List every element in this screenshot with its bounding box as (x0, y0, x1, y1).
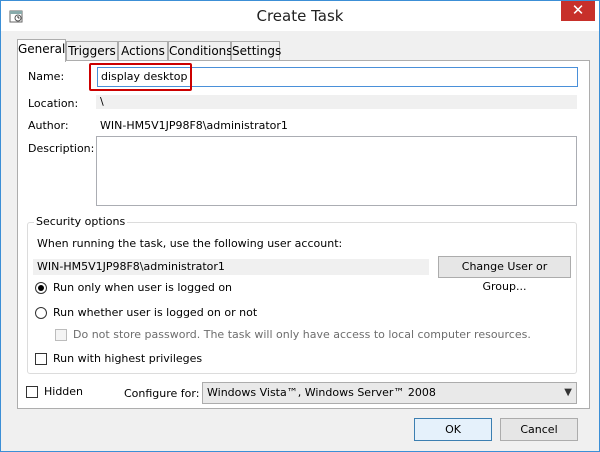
security-options-title: Security options (34, 215, 128, 228)
dialog-footer: OK Cancel (1, 409, 599, 451)
tab-actions[interactable]: Actions (118, 41, 168, 61)
configure-for-select[interactable]: Windows Vista™, Windows Server™ 2008 ▼ (202, 382, 577, 404)
tab-conditions[interactable]: Conditions (168, 41, 233, 61)
configure-for-value: Windows Vista™, Windows Server™ 2008 (207, 386, 436, 399)
close-icon: ✕ (571, 1, 585, 19)
run-whether-label[interactable]: Run whether user is logged on or not (53, 306, 257, 319)
create-task-window: Create Task ✕ General Triggers Actions C… (0, 0, 600, 452)
run-logged-on-label[interactable]: Run only when user is logged on (53, 281, 232, 294)
ok-button[interactable]: OK (414, 418, 492, 441)
security-options-group: Security options When running the task, … (27, 215, 577, 374)
tab-triggers[interactable]: Triggers (66, 41, 118, 61)
account-prompt: When running the task, use the following… (37, 237, 343, 250)
hidden-checkbox[interactable] (26, 386, 38, 398)
tab-general[interactable]: General (17, 39, 66, 62)
window-title: Create Task (256, 7, 344, 25)
name-label: Name: (28, 70, 65, 83)
description-input[interactable] (96, 136, 577, 206)
chevron-down-icon: ▼ (564, 387, 572, 398)
highest-privileges-label[interactable]: Run with highest privileges (53, 352, 202, 365)
name-highlight-box (89, 63, 192, 91)
location-value: \ (96, 95, 577, 109)
location-label: Location: (28, 97, 79, 110)
run-logged-on-radio[interactable] (35, 282, 47, 294)
description-label: Description: (28, 142, 95, 155)
account-value: WIN-HM5V1JP98F8\administrator1 (33, 259, 429, 275)
cancel-button[interactable]: Cancel (500, 418, 578, 441)
hidden-label[interactable]: Hidden (44, 385, 83, 398)
no-store-password-checkbox[interactable] (55, 329, 67, 341)
run-whether-radio[interactable] (35, 307, 47, 319)
change-user-button[interactable]: Change User or Group... (438, 256, 571, 293)
general-panel: Name: display desktop Location: \ Author… (17, 60, 590, 409)
highest-privileges-checkbox[interactable] (35, 353, 47, 365)
author-value: WIN-HM5V1JP98F8\administrator1 (100, 119, 288, 132)
configure-for-label: Configure for: (124, 387, 200, 400)
tab-settings[interactable]: Settings (231, 41, 281, 61)
no-store-password-label: Do not store password. The task will onl… (73, 328, 531, 341)
radio-selected-dot (38, 285, 44, 291)
close-button[interactable]: ✕ (561, 1, 595, 21)
author-label: Author: (28, 119, 69, 132)
title-bar: Create Task ✕ (1, 1, 599, 31)
